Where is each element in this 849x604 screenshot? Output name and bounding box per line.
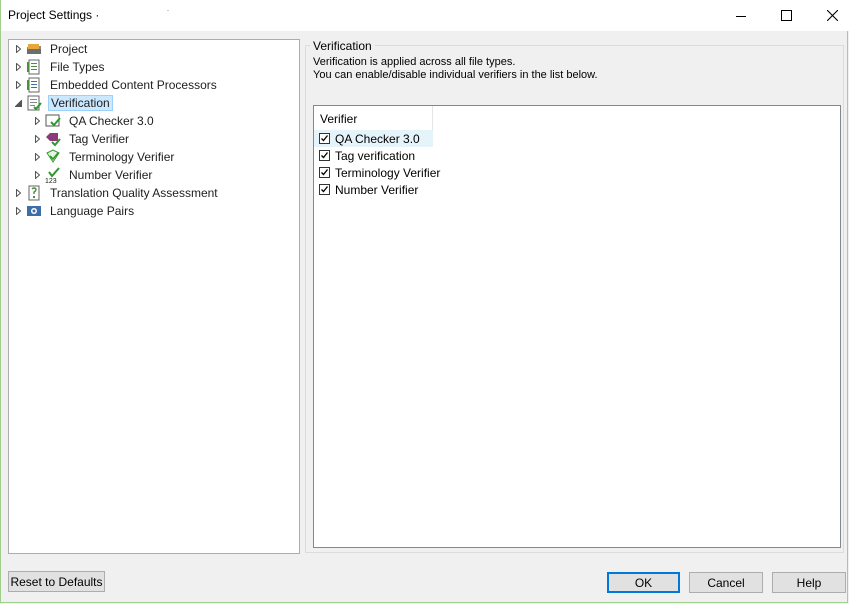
cancel-button[interactable]: Cancel [689, 572, 763, 593]
expand-arrow-icon[interactable] [14, 189, 23, 198]
verifier-label: Number Verifier [335, 182, 419, 197]
collapse-arrow-icon[interactable] [14, 99, 23, 108]
check-icon [321, 186, 329, 193]
tqa-icon [26, 185, 42, 201]
verifier-label: Terminology Verifier [335, 165, 441, 180]
terminology-verifier-icon [45, 149, 61, 165]
project-settings-dialog: Project Settings · Project File Types Em… [0, 0, 849, 603]
ok-button[interactable]: OK [607, 572, 680, 593]
button-label: OK [634, 575, 653, 590]
expand-arrow-icon[interactable] [14, 207, 23, 216]
expand-arrow-icon[interactable] [33, 153, 42, 162]
expand-arrow-icon[interactable] [33, 171, 42, 180]
tree-item-label: Translation Quality Assessment [50, 186, 218, 200]
tree-item-label: QA Checker 3.0 [69, 114, 154, 128]
close-button[interactable] [809, 0, 849, 31]
tree-item-label: Embedded Content Processors [50, 78, 217, 92]
maximize-button[interactable] [763, 0, 809, 31]
tree-item-label: Project [50, 42, 88, 56]
column-header-label: Verifier [320, 112, 358, 126]
tree-item-file-types[interactable]: File Types [14, 58, 106, 76]
verifier-row-number-verifier[interactable]: Number Verifier [314, 181, 418, 198]
tree-item-label: Terminology Verifier [69, 150, 175, 164]
tree-item-translation-quality-assessment[interactable]: Translation Quality Assessment [14, 184, 220, 202]
tree-item-language-pairs[interactable]: Language Pairs [14, 202, 136, 220]
minimize-icon [736, 15, 746, 17]
verifier-list[interactable]: Verifier QA Checker 3.0 Tag verification… [313, 105, 841, 548]
tree-item-qa-checker[interactable]: QA Checker 3.0 [33, 112, 156, 130]
tag-verifier-icon [45, 131, 61, 147]
button-label: Cancel [707, 575, 745, 590]
verifier-label: QA Checker 3.0 [335, 131, 420, 146]
expand-arrow-icon[interactable] [14, 45, 23, 54]
check-icon [321, 152, 329, 159]
maximize-icon [780, 10, 792, 21]
close-icon [826, 10, 838, 21]
expand-arrow-icon[interactable] [33, 117, 42, 126]
reset-to-defaults-button[interactable]: Reset to Defaults [8, 571, 105, 592]
tree-item-label: Language Pairs [50, 204, 135, 218]
verifier-checkbox[interactable] [319, 133, 330, 144]
settings-tree[interactable]: Project File Types Embedded Content Proc… [8, 39, 300, 554]
verifier-row-terminology-verifier[interactable]: Terminology Verifier [314, 164, 440, 181]
button-label: Reset to Defaults [10, 574, 103, 589]
description-line: You can enable/disable individual verifi… [313, 69, 598, 81]
description-line: Verification is applied across all file … [313, 56, 516, 68]
verifier-row-qa-checker[interactable]: QA Checker 3.0 [314, 130, 433, 147]
number-verifier-icon: 123 [45, 167, 61, 183]
file-types-icon [26, 59, 42, 75]
expand-arrow-icon[interactable] [33, 135, 42, 144]
tree-item-verification[interactable]: Verification [14, 94, 113, 112]
verifier-label: Tag verification [335, 148, 416, 163]
tree-item-label: Tag Verifier [69, 132, 130, 146]
verifier-checkbox[interactable] [319, 184, 330, 195]
verification-description: Verification is applied across all file … [313, 56, 598, 82]
tree-item-terminology-verifier[interactable]: Terminology Verifier [33, 148, 176, 166]
check-icon [321, 169, 329, 176]
title-separator [167, 10, 169, 11]
expand-arrow-icon[interactable] [14, 63, 23, 72]
column-header-verifier[interactable]: Verifier [314, 106, 433, 130]
project-icon [26, 41, 42, 57]
verification-icon [26, 95, 42, 111]
tree-item-tag-verifier[interactable]: Tag Verifier [33, 130, 131, 148]
expand-arrow-icon[interactable] [14, 81, 23, 90]
language-pairs-icon [26, 203, 42, 219]
window-title: Project Settings · [8, 8, 100, 22]
tree-item-label: File Types [50, 60, 105, 74]
group-title: Verification [310, 39, 375, 53]
tree-item-label: Number Verifier [69, 168, 153, 182]
qa-checker-icon [45, 113, 61, 129]
verifier-checkbox[interactable] [319, 167, 330, 178]
svg-text:123: 123 [45, 178, 57, 183]
verifier-row-tag-verification[interactable]: Tag verification [314, 147, 415, 164]
title-bar[interactable]: Project Settings · [1, 0, 849, 31]
button-label: Help [796, 575, 822, 590]
tree-item-project[interactable]: Project [14, 40, 89, 58]
embedded-content-icon [26, 77, 42, 93]
tree-item-embedded-content-processors[interactable]: Embedded Content Processors [14, 76, 219, 94]
verifier-checkbox[interactable] [319, 150, 330, 161]
minimize-button[interactable] [718, 0, 764, 31]
tree-item-label: Verification [48, 95, 113, 111]
tree-item-number-verifier[interactable]: 123 Number Verifier [33, 166, 154, 184]
help-button[interactable]: Help [772, 572, 846, 593]
check-icon [321, 135, 329, 142]
